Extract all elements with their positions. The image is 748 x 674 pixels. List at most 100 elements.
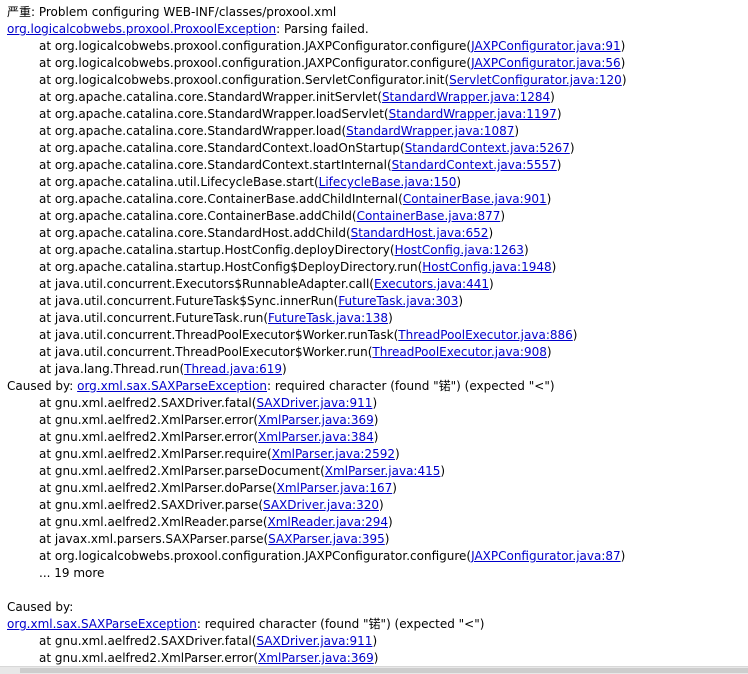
- exception-line: org.logicalcobwebs.proxool.ProxoolExcept…: [7, 21, 369, 38]
- exception-line: org.xml.sax.SAXParseException: required …: [7, 616, 484, 633]
- exception-message: : Parsing failed.: [276, 22, 369, 36]
- source-location-link[interactable]: StandardWrapper.java:1197: [389, 107, 557, 121]
- frame-close-paren: ): [372, 634, 378, 648]
- frame-close-paren: ): [388, 311, 393, 325]
- source-location-link[interactable]: FutureTask.java:138: [268, 311, 388, 325]
- source-location-link[interactable]: XmlParser.java:167: [277, 481, 393, 495]
- stack-frame: at java.util.concurrent.Executors$Runnab…: [39, 276, 494, 293]
- source-location-link[interactable]: SAXDriver.java:320: [263, 498, 379, 512]
- frame-close-paren: ): [621, 73, 627, 87]
- frame-method: at org.apache.catalina.core.StandardCont…: [39, 158, 392, 172]
- exception-message: : required character (found "锘") (expect…: [196, 617, 485, 631]
- stack-frame: at org.apache.catalina.util.LifecycleBas…: [39, 174, 461, 191]
- source-location-link[interactable]: XmlParser.java:369: [258, 413, 374, 427]
- frame-method: at gnu.xml.aelfred2.XmlParser.error(: [39, 413, 259, 427]
- stack-frame: at org.apache.catalina.core.StandardHost…: [39, 225, 493, 242]
- source-location-link[interactable]: JAXPConfigurator.java:56: [471, 56, 621, 70]
- frame-method: at gnu.xml.aelfred2.XmlParser.require(: [39, 447, 272, 461]
- source-location-link[interactable]: JAXPConfigurator.java:87: [471, 549, 621, 563]
- frame-method: at org.apache.catalina.core.ContainerBas…: [39, 192, 403, 206]
- source-location-link[interactable]: Thread.java:619: [184, 362, 282, 376]
- stack-frame: at java.util.concurrent.ThreadPoolExecut…: [39, 327, 577, 344]
- source-location-link[interactable]: ThreadPoolExecutor.java:886: [398, 328, 572, 342]
- stack-frame: at org.apache.catalina.core.StandardCont…: [39, 157, 561, 174]
- source-location-link[interactable]: XmlParser.java:2592: [272, 447, 395, 461]
- source-location-link[interactable]: StandardHost.java:652: [351, 226, 489, 240]
- stack-frame: at java.util.concurrent.ThreadPoolExecut…: [39, 344, 552, 361]
- stack-frame: at gnu.xml.aelfred2.XmlParser.error(XmlP…: [39, 412, 378, 429]
- source-location-link[interactable]: XmlParser.java:415: [325, 464, 441, 478]
- exception-class-link[interactable]: org.xml.sax.SAXParseException: [77, 379, 267, 393]
- frame-close-paren: ): [373, 413, 379, 427]
- frame-method: at java.util.concurrent.ThreadPoolExecut…: [39, 328, 399, 342]
- frame-method: at javax.xml.parsers.SAXParser.parse(: [39, 532, 269, 546]
- frame-close-paren: ): [620, 549, 626, 563]
- source-location-link[interactable]: XmlParser.java:369: [258, 651, 374, 665]
- source-location-link[interactable]: FutureTask.java:303: [338, 294, 458, 308]
- frame-close-paren: ): [282, 362, 287, 376]
- source-location-link[interactable]: Executors.java:441: [374, 277, 489, 291]
- frame-close-paren: ): [388, 515, 393, 529]
- source-location-link[interactable]: ThreadPoolExecutor.java:908: [372, 345, 546, 359]
- caused-by-line: Caused by: org.xml.sax.SAXParseException…: [7, 378, 555, 395]
- frame-close-paren: ): [546, 192, 552, 206]
- frame-close-paren: ): [384, 532, 390, 546]
- frame-close-paren: ): [572, 328, 578, 342]
- source-location-link[interactable]: StandardWrapper.java:1284: [382, 90, 550, 104]
- source-location-link[interactable]: ContainerBase.java:877: [357, 209, 501, 223]
- frame-close-paren: ): [440, 464, 446, 478]
- more-frames-text: ... 19 more: [39, 566, 105, 580]
- stack-frame: at org.apache.catalina.core.StandardWrap…: [39, 106, 562, 123]
- log-line: 严重: Problem configuring WEB-INF/classes/…: [7, 5, 337, 19]
- source-location-link[interactable]: ContainerBase.java:901: [403, 192, 547, 206]
- frame-close-paren: ): [372, 396, 378, 410]
- source-location-link[interactable]: HostConfig.java:1263: [395, 243, 524, 257]
- frame-method: at org.apache.catalina.startup.HostConfi…: [39, 260, 423, 274]
- frame-close-paren: ): [551, 260, 557, 274]
- frame-method: at org.logicalcobwebs.proxool.configurat…: [39, 73, 450, 87]
- exception-class-link[interactable]: org.logicalcobwebs.proxool.ProxoolExcept…: [7, 22, 276, 36]
- exception-class-link[interactable]: org.xml.sax.SAXParseException: [7, 617, 197, 631]
- stack-frame: at javax.xml.parsers.SAXParser.parse(SAX…: [39, 531, 389, 548]
- frame-method: at org.apache.catalina.core.StandardWrap…: [39, 124, 347, 138]
- stack-frame: at gnu.xml.aelfred2.XmlParser.doParse(Xm…: [39, 480, 397, 497]
- frame-method: at gnu.xml.aelfred2.XmlParser.doParse(: [39, 481, 277, 495]
- source-location-link[interactable]: SAXDriver.java:911: [256, 634, 372, 648]
- frame-method: at org.logicalcobwebs.proxool.configurat…: [39, 56, 472, 70]
- source-location-link[interactable]: HostConfig.java:1948: [422, 260, 551, 274]
- stack-frame: at org.apache.catalina.core.StandardCont…: [39, 140, 575, 157]
- frame-method: at gnu.xml.aelfred2.XmlParser.error(: [39, 651, 259, 665]
- frame-close-paren: ): [373, 430, 379, 444]
- stack-frame: at java.util.concurrent.FutureTask.run(F…: [39, 310, 393, 327]
- source-location-link[interactable]: StandardWrapper.java:1087: [346, 124, 514, 138]
- stack-frame: at gnu.xml.aelfred2.XmlParser.error(XmlP…: [39, 429, 378, 446]
- source-location-link[interactable]: SAXParser.java:395: [268, 532, 385, 546]
- source-location-link[interactable]: StandardContext.java:5267: [405, 141, 570, 155]
- log-line: Caused by:: [7, 600, 74, 614]
- horizontal-scrollbar[interactable]: [0, 666, 748, 674]
- frame-method: at gnu.xml.aelfred2.SAXDriver.fatal(: [39, 396, 257, 410]
- frame-method: at org.apache.catalina.util.LifecycleBas…: [39, 175, 319, 189]
- source-location-link[interactable]: ServletConfigurator.java:120: [449, 73, 622, 87]
- scrollbar-thumb[interactable]: [20, 668, 748, 673]
- frame-method: at gnu.xml.aelfred2.XmlReader.parse(: [39, 515, 268, 529]
- source-location-link[interactable]: XmlParser.java:384: [258, 430, 374, 444]
- source-location-link[interactable]: StandardContext.java:5557: [392, 158, 557, 172]
- stack-frame: at org.logicalcobwebs.proxool.configurat…: [39, 55, 625, 72]
- source-location-link[interactable]: LifecycleBase.java:150: [319, 175, 457, 189]
- frame-close-paren: ): [394, 447, 400, 461]
- frame-method: at org.apache.catalina.core.StandardHost…: [39, 226, 351, 240]
- frame-close-paren: ): [550, 90, 555, 104]
- stack-frame: at gnu.xml.aelfred2.XmlParser.require(Xm…: [39, 446, 400, 463]
- frame-close-paren: ): [488, 226, 494, 240]
- frame-close-paren: ): [500, 209, 506, 223]
- frame-method: at gnu.xml.aelfred2.XmlParser.error(: [39, 430, 259, 444]
- stack-frame: at gnu.xml.aelfred2.XmlReader.parse(XmlR…: [39, 514, 393, 531]
- source-location-link[interactable]: JAXPConfigurator.java:91: [471, 39, 621, 53]
- source-location-link[interactable]: XmlReader.java:294: [268, 515, 389, 529]
- stack-frame: at org.apache.catalina.core.StandardWrap…: [39, 89, 555, 106]
- frame-close-paren: ): [456, 175, 462, 189]
- frame-close-paren: ): [556, 158, 562, 172]
- source-location-link[interactable]: SAXDriver.java:911: [256, 396, 372, 410]
- frame-close-paren: ): [373, 651, 379, 665]
